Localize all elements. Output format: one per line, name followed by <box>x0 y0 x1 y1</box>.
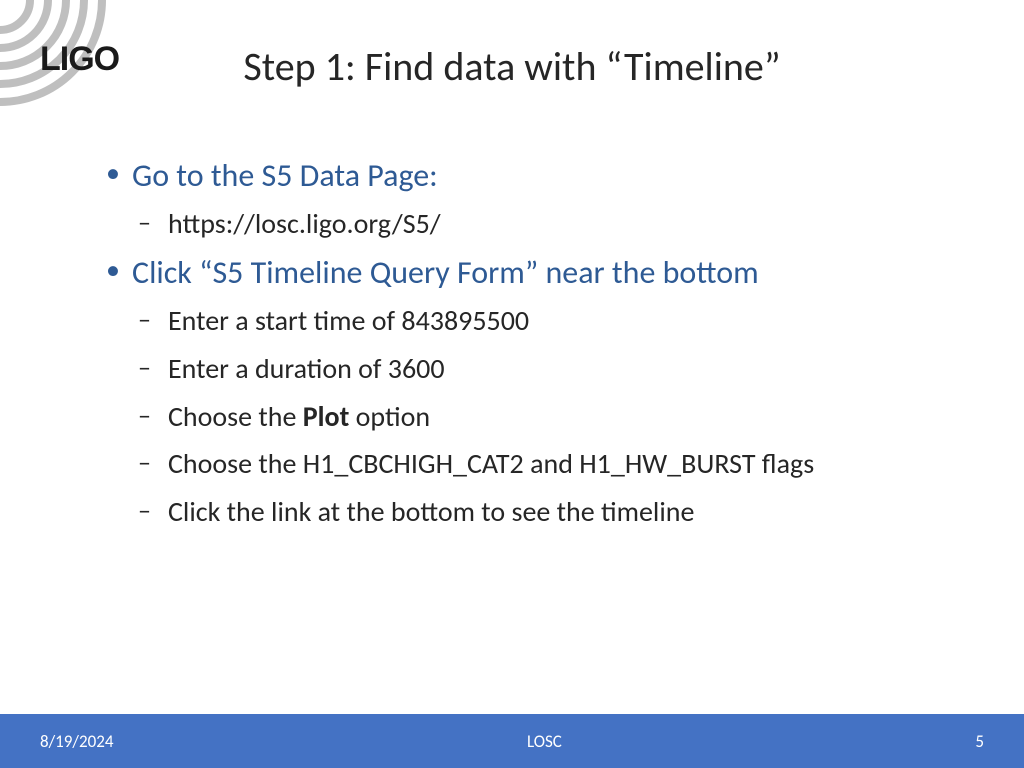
footer-date: 8/19/2024 <box>40 731 113 752</box>
logo-text: LIGO <box>40 40 119 79</box>
slide-content: Go to the S5 Data Page: https://losc.lig… <box>100 155 954 541</box>
bullet-2-text: Click “S5 Timeline Query Form” near the … <box>132 253 759 292</box>
bullet-2-sub-3-before: Choose the <box>168 399 303 434</box>
bullet-2-sub-2: Enter a duration of 3600 <box>132 350 954 388</box>
bullet-1: Go to the S5 Data Page: https://losc.lig… <box>100 155 954 242</box>
footer-center: LOSC <box>113 731 975 752</box>
bullet-2-sub-5-text: Click the link at the bottom to see the … <box>168 494 694 529</box>
bullet-1-sub-1: https://losc.ligo.org/S5/ <box>132 205 954 243</box>
bullet-2-sub-1: Enter a start time of 843895500 <box>132 302 954 340</box>
slide-title: Step 1: Find data with “Timeline” <box>0 42 1024 91</box>
footer-page-number: 5 <box>975 731 984 752</box>
bullet-1-sub-1-text: https://losc.ligo.org/S5/ <box>168 206 441 241</box>
bullet-2: Click “S5 Timeline Query Form” near the … <box>100 252 954 531</box>
slide: LIGO Step 1: Find data with “Timeline” G… <box>0 0 1024 768</box>
bullet-2-sub-3-bold: Plot <box>303 399 350 434</box>
slide-footer: 8/19/2024 LOSC 5 <box>0 714 1024 768</box>
bullet-2-sub-2-text: Enter a duration of 3600 <box>168 351 445 386</box>
bullet-2-sub-3-after: option <box>349 399 430 434</box>
bullet-2-sub-3: Choose the Plot option <box>132 398 954 436</box>
bullet-1-text: Go to the S5 Data Page: <box>132 156 438 195</box>
bullet-2-sub-1-text: Enter a start time of 843895500 <box>168 303 529 338</box>
bullet-2-sub-4-text: Choose the H1_CBCHIGH_CAT2 and H1_HW_BUR… <box>168 446 814 481</box>
bullet-2-sub-4: Choose the H1_CBCHIGH_CAT2 and H1_HW_BUR… <box>132 445 954 483</box>
bullet-2-sub-5: Click the link at the bottom to see the … <box>132 493 954 531</box>
